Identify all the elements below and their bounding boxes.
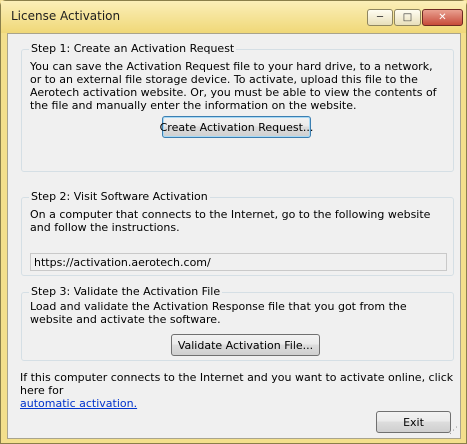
minimize-button[interactable]: ─ <box>367 9 393 26</box>
close-icon: ✕ <box>438 12 447 23</box>
step1-group: Step 1: Create an Activation Request You… <box>21 42 454 172</box>
automatic-activation-link[interactable]: automatic activation. <box>20 397 137 410</box>
step1-description: You can save the Activation Request file… <box>30 60 437 112</box>
dialog-body: Step 1: Create an Activation Request You… <box>7 33 461 439</box>
maximize-icon: □ <box>402 12 413 23</box>
license-activation-window: License Activation ─ □ ✕ Step 1: Create … <box>0 0 467 444</box>
close-button[interactable]: ✕ <box>422 9 463 26</box>
create-activation-request-button[interactable]: Create Activation Request... <box>160 116 313 138</box>
exit-button[interactable]: Exit <box>376 411 451 433</box>
resize-grip-icon[interactable]: ⋰ <box>449 426 458 436</box>
validate-activation-file-button[interactable]: Validate Activation File... <box>171 334 320 356</box>
minimize-icon: ─ <box>376 12 384 23</box>
step3-title: Step 3: Validate the Activation File <box>29 285 223 298</box>
step3-group: Step 3: Validate the Activation File Loa… <box>21 285 454 361</box>
maximize-button[interactable]: □ <box>394 9 421 26</box>
step2-group: Step 2: Visit Software Activation On a c… <box>21 190 454 276</box>
title-bar[interactable]: License Activation ─ □ ✕ <box>1 1 466 33</box>
window-title: License Activation <box>11 9 121 23</box>
online-activation-hint: If this computer connects to the Interne… <box>20 371 455 410</box>
step2-description: On a computer that connects to the Inter… <box>30 208 431 234</box>
online-activation-text: If this computer connects to the Interne… <box>20 371 454 397</box>
activation-url-field[interactable]: https://activation.aerotech.com/ <box>30 253 447 271</box>
step2-title: Step 2: Visit Software Activation <box>29 190 210 203</box>
step3-description: Load and validate the Activation Respons… <box>30 300 407 326</box>
step1-title: Step 1: Create an Activation Request <box>29 42 237 55</box>
